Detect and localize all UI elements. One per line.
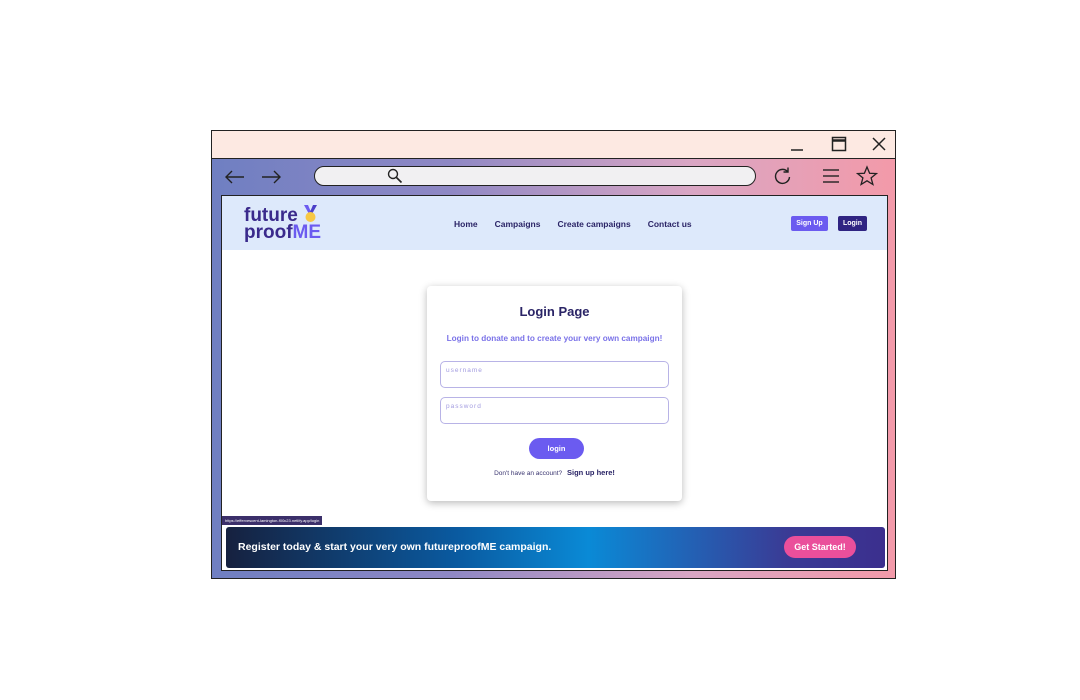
no-account-text: Don't have an account? (494, 470, 563, 477)
arrow-right-icon[interactable] (260, 167, 282, 187)
browser-toolbar (212, 159, 895, 195)
nav-home[interactable]: Home (454, 219, 478, 229)
header-signup-button[interactable]: Sign Up (791, 216, 828, 231)
address-bar[interactable] (314, 166, 756, 186)
logo-line-2: proofME (244, 222, 322, 243)
close-icon[interactable] (869, 135, 889, 153)
signup-link[interactable]: Sign up here! (567, 468, 615, 477)
maximize-icon[interactable] (829, 135, 849, 153)
medal-icon (304, 205, 318, 222)
reload-icon[interactable] (773, 166, 793, 186)
signup-prompt: Don't have an account? Sign up here! (427, 468, 682, 477)
title-bar (212, 131, 895, 159)
page-viewport: future proofME Home Campaigns Create cam… (221, 195, 888, 571)
password-input[interactable]: password (440, 397, 669, 424)
hamburger-menu-icon[interactable] (821, 166, 841, 186)
banner-text: Register today & start your very own fut… (238, 541, 552, 553)
browser-window: future proofME Home Campaigns Create cam… (211, 130, 896, 579)
status-url-tooltip: https://effervescent-lamington-f00c23.ne… (222, 516, 323, 525)
search-icon (387, 168, 403, 184)
login-submit-button[interactable]: login (529, 438, 584, 459)
minimize-icon[interactable] (787, 135, 807, 153)
nav-contact-us[interactable]: Contact us (648, 219, 692, 229)
login-card: Login Page Login to donate and to create… (427, 286, 682, 501)
site-header: future proofME Home Campaigns Create cam… (222, 196, 887, 250)
username-input[interactable]: username (440, 361, 669, 388)
logo-me: ME (292, 222, 322, 243)
nav-campaigns[interactable]: Campaigns (495, 219, 541, 229)
password-placeholder: password (446, 403, 482, 410)
star-icon[interactable] (856, 165, 878, 187)
nav-create-campaigns[interactable]: Create campaigns (557, 219, 630, 229)
logo-proof: proof (244, 222, 293, 243)
get-started-button[interactable]: Get Started! (784, 536, 856, 558)
header-login-button[interactable]: Login (838, 216, 867, 231)
cta-banner: Register today & start your very own fut… (226, 527, 885, 568)
username-placeholder: username (446, 367, 483, 374)
login-title: Login Page (519, 304, 590, 319)
main-nav: Home Campaigns Create campaigns Contact … (454, 219, 692, 229)
login-subtitle: Login to donate and to create your very … (446, 334, 663, 343)
arrow-left-icon[interactable] (224, 167, 246, 187)
site-logo[interactable]: future proofME (244, 205, 322, 243)
